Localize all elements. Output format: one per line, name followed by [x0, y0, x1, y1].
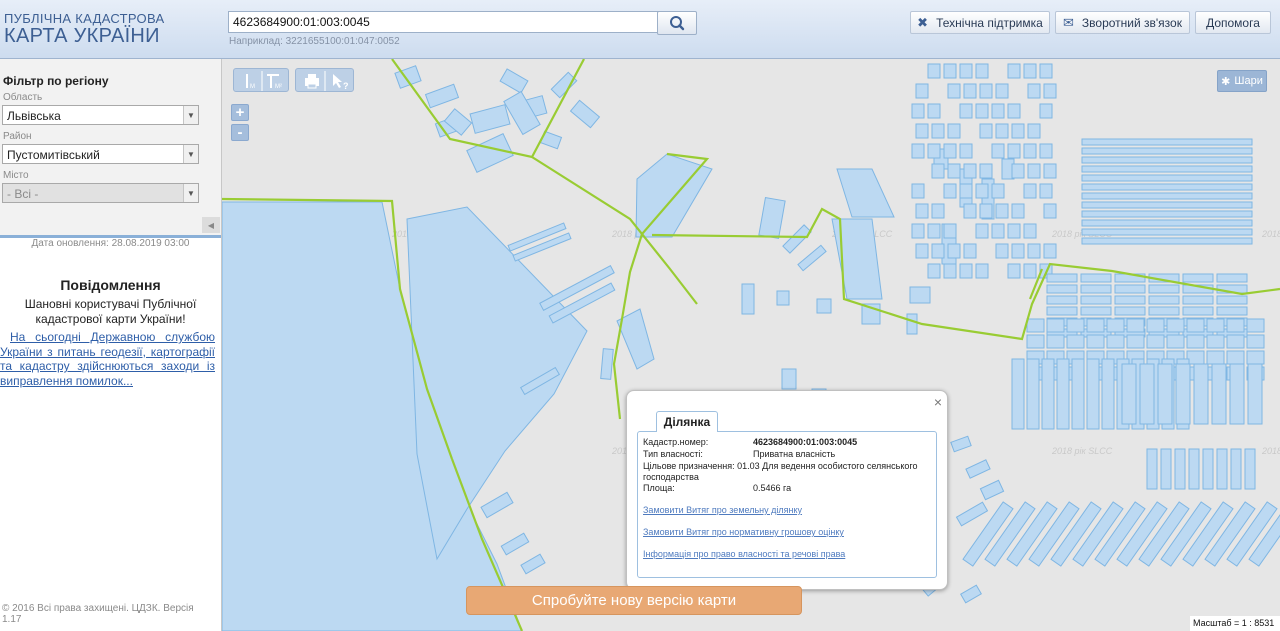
info-value: Приватна власність	[753, 449, 836, 459]
order-valuation-link[interactable]: Замовити Витяг про нормативну грошову оц…	[643, 527, 844, 537]
info-key: Цільове призначення:	[643, 461, 735, 471]
notice-title: Повідомлення	[60, 277, 161, 293]
parcel-popup: × Ділянка Кадастр.номер: 4623684900:01:0…	[626, 390, 948, 590]
header: ПУБЛІЧНА КАДАСТРОВА КАРТА УКРАЇНИ Наприк…	[0, 0, 1280, 59]
order-extract-link[interactable]: Замовити Витяг про земельну ділянку	[643, 505, 802, 515]
copyright: © 2016 Всі права захищені. ЦДЗК. Версія …	[2, 603, 194, 625]
notice-text: Шановні користувачі Публічної кадастрово…	[24, 297, 197, 326]
close-icon[interactable]: ×	[934, 394, 942, 410]
map-view[interactable]: 2018 рік SLCC2018 рік SLCC2018 рік SLCC2…	[222, 59, 1280, 631]
scale-readout: Масштаб = 1 : 8531	[1190, 616, 1280, 631]
search-input[interactable]	[228, 11, 660, 33]
chevron-down-icon: ▼	[183, 145, 198, 163]
feedback-label: Зворотний зв'язок	[1081, 15, 1182, 30]
region-label: Область	[3, 92, 43, 103]
envelope-icon: ✉	[1063, 14, 1074, 30]
support-button[interactable]: ✖ Технічна підтримка	[910, 11, 1050, 34]
logo-line1: ПУБЛІЧНА КАДАСТРОВА	[4, 11, 165, 26]
feedback-button[interactable]: ✉ Зворотний зв'язок	[1055, 11, 1190, 34]
chevron-left-icon: ◀	[207, 220, 215, 230]
search-bar	[228, 11, 697, 35]
district-value: Пустомитівський	[7, 148, 100, 162]
city-label: Місто	[3, 170, 29, 181]
district-select[interactable]: Пустомитівський ▼	[2, 144, 199, 164]
help-label: Допомога	[1206, 15, 1260, 30]
search-icon	[670, 16, 685, 31]
logo[interactable]: ПУБЛІЧНА КАДАСТРОВА КАРТА УКРАЇНИ	[4, 12, 164, 46]
notice-link[interactable]: На сьогодні Державною службою України з …	[0, 330, 215, 388]
help-button[interactable]: Допомога	[1195, 11, 1271, 34]
region-filter: Фільтр по регіону Область Львівська ▼ Ра…	[0, 59, 221, 238]
info-key: Площа:	[643, 483, 675, 493]
info-row-purpose: Цільове призначення: 01.03 Для ведення о…	[643, 461, 928, 483]
city-value: - Всі -	[7, 187, 39, 201]
ownership-info-link[interactable]: Інформація про право власності та речові…	[643, 549, 845, 559]
chevron-down-icon: ▼	[183, 184, 198, 202]
region-select[interactable]: Львівська ▼	[2, 105, 199, 125]
chevron-down-icon: ▼	[183, 106, 198, 124]
update-date: Дата оновлення: 28.08.2019 03:00	[31, 238, 190, 249]
district-label: Район	[3, 131, 32, 142]
info-key: Кадастр.номер:	[643, 437, 709, 447]
tab-parcel[interactable]: Ділянка	[656, 411, 718, 432]
search-button[interactable]	[657, 11, 697, 35]
support-label: Технічна підтримка	[936, 15, 1043, 30]
city-select[interactable]: - Всі - ▼	[2, 183, 199, 203]
collapse-panel-button[interactable]: ◀	[202, 217, 220, 233]
tools-icon: ✖	[917, 14, 929, 30]
search-hint: Наприклад: 3221655100:01:047:0052	[229, 36, 400, 47]
info-value: 4623684900:01:003:0045	[753, 437, 858, 447]
left-panel: Фільтр по регіону Область Львівська ▼ Ра…	[0, 59, 222, 631]
info-key: Тип власності:	[643, 449, 703, 459]
region-value: Львівська	[7, 109, 61, 123]
filter-title: Фільтр по регіону	[3, 74, 109, 88]
new-version-button[interactable]: Спробуйте нову версію карти	[466, 586, 802, 615]
info-value: 0.5466 га	[753, 483, 792, 493]
logo-line2: КАРТА УКРАЇНИ	[4, 25, 160, 47]
parcel-info: Кадастр.номер: 4623684900:01:003:0045 Ти…	[637, 431, 937, 578]
